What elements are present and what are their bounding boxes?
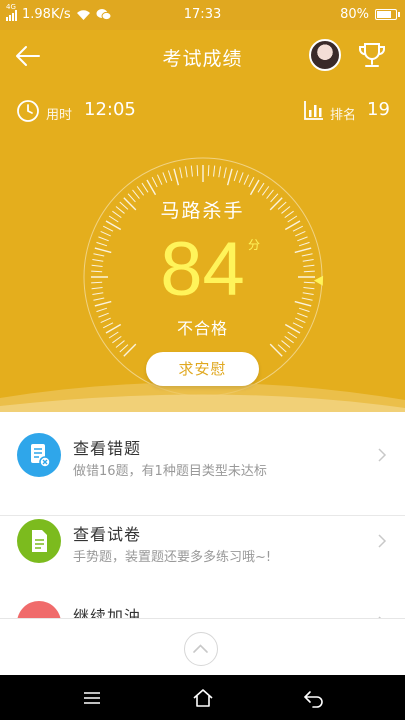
gauge-tick — [151, 176, 158, 188]
score-value: 84 — [160, 227, 245, 312]
gauge-tick — [261, 186, 270, 196]
battery-fill — [377, 11, 391, 18]
gauge-tick — [218, 166, 222, 178]
score-unit: 分 — [248, 238, 261, 252]
gauge-tick — [207, 165, 210, 177]
gauge-tick — [281, 340, 291, 348]
nickname: 马路杀手 — [160, 200, 245, 222]
title-bar: 考试成绩 — [0, 30, 405, 82]
list-item-subtitle: 做错16题，有1种题目类型未达标 — [73, 464, 267, 479]
stats-row: 用时 12:05 排名 19 — [0, 96, 405, 126]
wrong-answers-icon — [17, 433, 61, 477]
battery-icon — [375, 9, 400, 20]
home-icon[interactable] — [191, 686, 215, 710]
gauge-tick — [156, 174, 163, 185]
menu-icon[interactable] — [80, 686, 104, 710]
list-item-title: 继续加油 — [73, 607, 142, 618]
gauge-tick — [136, 186, 145, 196]
gift-icon — [17, 601, 61, 618]
list-item-wrong-answers[interactable]: 查看错题 做错16题，有1种题目类型未达标 — [0, 412, 405, 494]
chevron-up-icon — [193, 644, 208, 653]
verdict-label: 不合格 — [176, 319, 228, 338]
gauge-tick — [190, 165, 193, 177]
status-bar: 4G 1.98K/s 17:33 80% — [0, 0, 405, 30]
gauge-tick — [162, 172, 168, 183]
avatar[interactable] — [309, 39, 341, 71]
comfort-button[interactable]: 求安慰 — [146, 352, 259, 386]
gauge-tick — [167, 170, 173, 182]
bar-chart-icon — [304, 101, 323, 120]
gauge-tick — [213, 165, 216, 177]
gauge-tick — [115, 340, 125, 348]
action-list: 查看错题 做错16题，有1种题目类型未达标 查看试卷 手势题，装置题还要多多练习… — [0, 412, 405, 618]
list-item-title: 查看错题 — [73, 439, 142, 458]
gauge-tick — [269, 343, 283, 357]
gauge-tick — [277, 344, 287, 353]
result-panel: 考试成绩 用时 12:05 排名 19 马路杀手 84 分 不合格 求安慰 — [0, 30, 405, 412]
battery-percent: 80% — [340, 7, 369, 22]
page-title: 考试成绩 — [162, 48, 243, 70]
list-item-title: 查看试卷 — [73, 525, 142, 544]
gauge-tick — [184, 166, 188, 178]
gauge-tick — [226, 168, 233, 186]
system-nav-bar — [0, 675, 405, 720]
gauge-tick — [243, 174, 250, 185]
gauge-tick — [257, 182, 265, 193]
gauge-tick — [119, 344, 129, 353]
gauge-tick — [248, 176, 255, 188]
gauge-tick — [141, 182, 149, 193]
rank-label: 排名 — [330, 108, 357, 123]
time-label: 用时 — [46, 108, 73, 123]
gauge-tick — [173, 168, 180, 186]
gauge-tick — [233, 170, 239, 182]
chevron-right-icon — [378, 534, 387, 548]
time-value: 12:05 — [84, 99, 136, 120]
collapse-button[interactable] — [184, 632, 218, 666]
list-item-subtitle: 手势题，装置题还要多多练习哦~! — [73, 550, 272, 565]
back-icon[interactable] — [302, 686, 326, 710]
gauge-tick — [179, 167, 183, 179]
gauge-tick — [238, 172, 244, 183]
gauge-tick — [123, 343, 137, 357]
gauge-tick — [196, 165, 199, 177]
chevron-right-icon — [378, 448, 387, 462]
bottom-bar — [0, 618, 405, 675]
list-item-keep-going[interactable]: 继续加油 — [0, 580, 405, 618]
rank-value: 19 — [367, 99, 390, 120]
clock-icon — [17, 100, 39, 122]
list-item-paper[interactable]: 查看试卷 手势题，装置题还要多多练习哦~! — [0, 498, 405, 580]
trophy-icon[interactable] — [356, 39, 388, 71]
paper-icon — [17, 519, 61, 563]
gauge-tick — [223, 167, 227, 179]
